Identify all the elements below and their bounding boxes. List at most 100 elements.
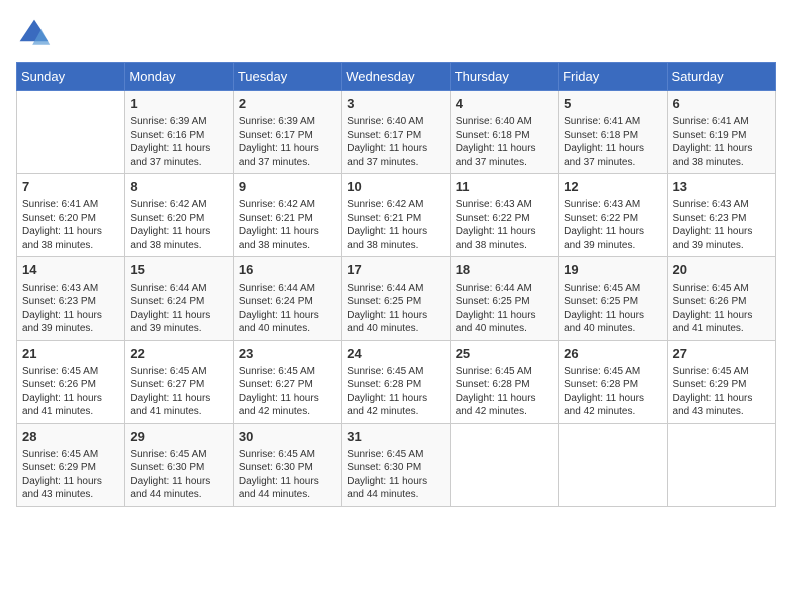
- day-info: Sunrise: 6:41 AMSunset: 6:20 PMDaylight:…: [22, 198, 119, 252]
- day-number: 6: [673, 95, 770, 113]
- calendar-day-cell: 5 Sunrise: 6:41 AMSunset: 6:18 PMDaylight…: [559, 91, 667, 174]
- day-info: Sunrise: 6:45 AMSunset: 6:26 PMDaylight:…: [673, 282, 770, 336]
- calendar-week-row: 1 Sunrise: 6:39 AMSunset: 6:16 PMDaylight…: [17, 91, 776, 174]
- day-info: Sunrise: 6:41 AMSunset: 6:18 PMDaylight:…: [564, 115, 661, 169]
- calendar-week-row: 7 Sunrise: 6:41 AMSunset: 6:20 PMDaylight…: [17, 174, 776, 257]
- calendar-day-cell: 14 Sunrise: 6:43 AMSunset: 6:23 PMDayligh…: [17, 257, 125, 340]
- day-number: 28: [22, 428, 119, 446]
- calendar-day-cell: 21 Sunrise: 6:45 AMSunset: 6:26 PMDayligh…: [17, 340, 125, 423]
- calendar-day-cell: 12Sunrise: 6:43 AMSunset: 6:22 PMDayligh…: [559, 174, 667, 257]
- calendar-day-cell: [559, 423, 667, 506]
- logo: [16, 16, 56, 52]
- day-number: 11: [456, 178, 553, 196]
- calendar-day-cell: 10Sunrise: 6:42 AMSunset: 6:21 PMDayligh…: [342, 174, 450, 257]
- day-info: Sunrise: 6:39 AMSunset: 6:16 PMDaylight:…: [130, 115, 227, 169]
- logo-icon: [16, 16, 52, 52]
- day-info: Sunrise: 6:45 AMSunset: 6:28 PMDaylight:…: [456, 365, 553, 419]
- day-number: 2: [239, 95, 336, 113]
- day-of-week-header: Thursday: [450, 63, 558, 91]
- day-info: Sunrise: 6:45 AMSunset: 6:25 PMDaylight:…: [564, 282, 661, 336]
- calendar-day-cell: 26Sunrise: 6:45 AMSunset: 6:28 PMDayligh…: [559, 340, 667, 423]
- day-number: 21: [22, 345, 119, 363]
- calendar-day-cell: 28 Sunrise: 6:45 AMSunset: 6:29 PMDayligh…: [17, 423, 125, 506]
- day-of-week-header: Sunday: [17, 63, 125, 91]
- calendar-day-cell: 24 Sunrise: 6:45 AMSunset: 6:28 PMDayligh…: [342, 340, 450, 423]
- day-info: Sunrise: 6:39 AMSunset: 6:17 PMDaylight:…: [239, 115, 336, 169]
- day-info: Sunrise: 6:45 AMSunset: 6:29 PMDaylight:…: [673, 365, 770, 419]
- day-number: 30: [239, 428, 336, 446]
- day-info: Sunrise: 6:44 AMSunset: 6:25 PMDaylight:…: [347, 282, 444, 336]
- day-number: 23: [239, 345, 336, 363]
- day-info: Sunrise: 6:43 AMSunset: 6:22 PMDaylight:…: [456, 198, 553, 252]
- day-number: 13: [673, 178, 770, 196]
- day-of-week-header: Saturday: [667, 63, 775, 91]
- day-info: Sunrise: 6:43 AMSunset: 6:22 PMDaylight:…: [564, 198, 661, 252]
- calendar-day-cell: [17, 91, 125, 174]
- day-info: Sunrise: 6:43 AMSunset: 6:23 PMDaylight:…: [22, 282, 119, 336]
- day-info: Sunrise: 6:42 AMSunset: 6:21 PMDaylight:…: [347, 198, 444, 252]
- calendar-day-cell: 29 Sunrise: 6:45 AMSunset: 6:30 PMDayligh…: [125, 423, 233, 506]
- calendar-header-row: SundayMondayTuesdayWednesdayThursdayFrid…: [17, 63, 776, 91]
- day-info: Sunrise: 6:45 AMSunset: 6:28 PMDaylight:…: [347, 365, 444, 419]
- day-number: 17: [347, 261, 444, 279]
- calendar-week-row: 21 Sunrise: 6:45 AMSunset: 6:26 PMDayligh…: [17, 340, 776, 423]
- calendar-day-cell: 2 Sunrise: 6:39 AMSunset: 6:17 PMDaylight…: [233, 91, 341, 174]
- day-info: Sunrise: 6:45 AMSunset: 6:30 PMDaylight:…: [239, 448, 336, 502]
- day-of-week-header: Monday: [125, 63, 233, 91]
- day-number: 7: [22, 178, 119, 196]
- day-number: 22: [130, 345, 227, 363]
- day-of-week-header: Friday: [559, 63, 667, 91]
- day-number: 3: [347, 95, 444, 113]
- day-number: 31: [347, 428, 444, 446]
- day-info: Sunrise: 6:45 AMSunset: 6:30 PMDaylight:…: [130, 448, 227, 502]
- calendar-week-row: 28 Sunrise: 6:45 AMSunset: 6:29 PMDayligh…: [17, 423, 776, 506]
- calendar-day-cell: 27 Sunrise: 6:45 AMSunset: 6:29 PMDayligh…: [667, 340, 775, 423]
- day-info: Sunrise: 6:45 AMSunset: 6:30 PMDaylight:…: [347, 448, 444, 502]
- calendar-day-cell: 20 Sunrise: 6:45 AMSunset: 6:26 PMDayligh…: [667, 257, 775, 340]
- day-number: 24: [347, 345, 444, 363]
- calendar-week-row: 14 Sunrise: 6:43 AMSunset: 6:23 PMDayligh…: [17, 257, 776, 340]
- calendar-day-cell: 4Sunrise: 6:40 AMSunset: 6:18 PMDaylight…: [450, 91, 558, 174]
- day-info: Sunrise: 6:43 AMSunset: 6:23 PMDaylight:…: [673, 198, 770, 252]
- day-number: 26: [564, 345, 661, 363]
- calendar-day-cell: [450, 423, 558, 506]
- calendar-day-cell: 19 Sunrise: 6:45 AMSunset: 6:25 PMDayligh…: [559, 257, 667, 340]
- calendar-day-cell: 15Sunrise: 6:44 AMSunset: 6:24 PMDayligh…: [125, 257, 233, 340]
- day-info: Sunrise: 6:45 AMSunset: 6:29 PMDaylight:…: [22, 448, 119, 502]
- calendar-day-cell: 13 Sunrise: 6:43 AMSunset: 6:23 PMDayligh…: [667, 174, 775, 257]
- calendar-day-cell: 22 Sunrise: 6:45 AMSunset: 6:27 PMDayligh…: [125, 340, 233, 423]
- day-number: 1: [130, 95, 227, 113]
- day-number: 9: [239, 178, 336, 196]
- calendar-day-cell: 3Sunrise: 6:40 AMSunset: 6:17 PMDaylight…: [342, 91, 450, 174]
- day-number: 16: [239, 261, 336, 279]
- calendar-day-cell: 25 Sunrise: 6:45 AMSunset: 6:28 PMDayligh…: [450, 340, 558, 423]
- calendar-day-cell: 1 Sunrise: 6:39 AMSunset: 6:16 PMDaylight…: [125, 91, 233, 174]
- day-number: 25: [456, 345, 553, 363]
- day-info: Sunrise: 6:40 AMSunset: 6:18 PMDaylight:…: [456, 115, 553, 169]
- day-info: Sunrise: 6:44 AMSunset: 6:25 PMDaylight:…: [456, 282, 553, 336]
- calendar-day-cell: 31 Sunrise: 6:45 AMSunset: 6:30 PMDayligh…: [342, 423, 450, 506]
- day-of-week-header: Tuesday: [233, 63, 341, 91]
- day-of-week-header: Wednesday: [342, 63, 450, 91]
- day-number: 8: [130, 178, 227, 196]
- day-info: Sunrise: 6:45 AMSunset: 6:26 PMDaylight:…: [22, 365, 119, 419]
- day-info: Sunrise: 6:45 AMSunset: 6:27 PMDaylight:…: [239, 365, 336, 419]
- day-number: 29: [130, 428, 227, 446]
- day-number: 19: [564, 261, 661, 279]
- calendar-day-cell: 6Sunrise: 6:41 AMSunset: 6:19 PMDaylight…: [667, 91, 775, 174]
- day-info: Sunrise: 6:45 AMSunset: 6:27 PMDaylight:…: [130, 365, 227, 419]
- day-number: 27: [673, 345, 770, 363]
- calendar-day-cell: 17 Sunrise: 6:44 AMSunset: 6:25 PMDayligh…: [342, 257, 450, 340]
- calendar-day-cell: 30 Sunrise: 6:45 AMSunset: 6:30 PMDayligh…: [233, 423, 341, 506]
- calendar-day-cell: 8 Sunrise: 6:42 AMSunset: 6:20 PMDaylight…: [125, 174, 233, 257]
- day-number: 20: [673, 261, 770, 279]
- calendar-table: SundayMondayTuesdayWednesdayThursdayFrid…: [16, 62, 776, 507]
- calendar-day-cell: 18 Sunrise: 6:44 AMSunset: 6:25 PMDayligh…: [450, 257, 558, 340]
- day-info: Sunrise: 6:42 AMSunset: 6:21 PMDaylight:…: [239, 198, 336, 252]
- day-info: Sunrise: 6:42 AMSunset: 6:20 PMDaylight:…: [130, 198, 227, 252]
- day-number: 18: [456, 261, 553, 279]
- day-number: 15: [130, 261, 227, 279]
- day-info: Sunrise: 6:44 AMSunset: 6:24 PMDaylight:…: [239, 282, 336, 336]
- day-number: 5: [564, 95, 661, 113]
- day-number: 14: [22, 261, 119, 279]
